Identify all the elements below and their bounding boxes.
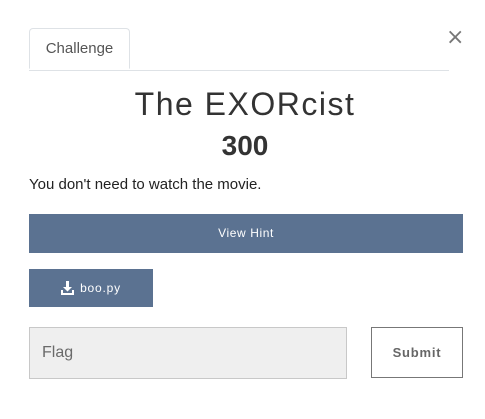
tab-bar: Challenge <box>29 28 449 71</box>
view-hint-button[interactable]: View Hint <box>29 214 463 253</box>
flag-input[interactable] <box>29 327 347 379</box>
file-name: boo.py <box>80 281 121 295</box>
tab-challenge[interactable]: Challenge <box>29 28 130 69</box>
challenge-points: 300 <box>221 130 269 161</box>
close-icon[interactable]: × <box>446 26 464 50</box>
challenge-title: The EXORcist <box>134 86 356 122</box>
challenge-description: You don't need to watch the movie. <box>29 176 262 193</box>
file-download-button[interactable]: boo.py <box>29 269 153 307</box>
download-icon <box>61 281 75 295</box>
submit-button[interactable]: Submit <box>371 327 463 378</box>
